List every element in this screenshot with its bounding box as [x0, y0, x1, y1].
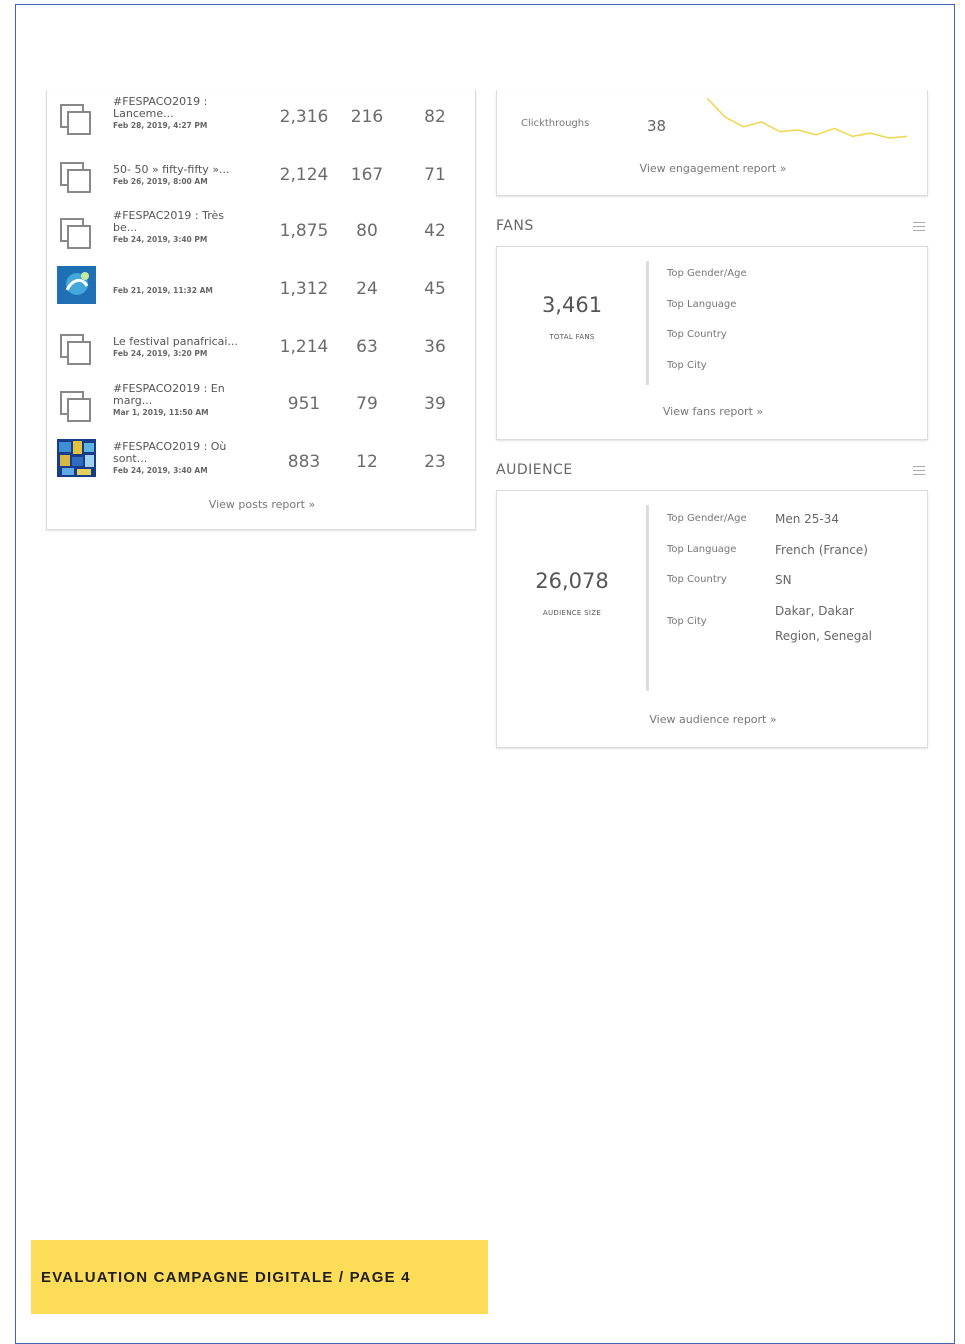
clickthroughs-value: 38 [647, 117, 667, 135]
post-metric-3: 23 [424, 452, 446, 472]
engagement-card: Clickthroughs 38 View engagement report … [496, 90, 928, 196]
post-metric-3: 39 [424, 394, 446, 414]
photo-thumbnail-blue [57, 266, 96, 304]
table-row[interactable]: #FESPAC2019 : Très be... Feb 24, 2019, 3… [47, 210, 477, 260]
post-metric-2: 63 [356, 337, 378, 357]
fans-card: 3,461 TOTAL FANS Top Gender/Age Top Lang… [496, 246, 928, 440]
divider [646, 261, 649, 385]
top-city-label: Top City [667, 360, 707, 371]
multi-image-icon [60, 218, 91, 249]
total-fans-label: TOTAL FANS [549, 333, 595, 341]
post-date: Mar 1, 2019, 11:50 AM [113, 408, 209, 417]
post-metric-1: 2,124 [279, 165, 329, 185]
top-language-label: Top Language [667, 544, 737, 555]
top-gender-age-value: Men 25-34 [775, 512, 840, 526]
post-metric-2: 80 [356, 221, 378, 241]
post-metric-3: 71 [424, 165, 446, 185]
post-date: Feb 28, 2019, 4:27 PM [113, 121, 208, 130]
top-gender-age-label: Top Gender/Age [667, 513, 747, 524]
post-metric-1: 1,875 [279, 221, 329, 241]
view-fans-report-link[interactable]: View fans report » [497, 405, 929, 418]
post-metric-2: 12 [356, 452, 378, 472]
top-gender-age-label: Top Gender/Age [667, 268, 747, 279]
audience-size-label: AUDIENCE SIZE [542, 609, 602, 617]
fans-menu-icon[interactable] [913, 222, 925, 232]
post-title: #FESPAC2019 : Très be... [113, 209, 224, 234]
post-metric-1: 1,214 [279, 337, 329, 357]
divider [646, 505, 649, 691]
post-metric-2: 24 [356, 279, 378, 299]
post-metric-1: 2,316 [279, 107, 329, 127]
post-date: Feb 21, 2019, 11:32 AM [113, 286, 213, 295]
table-row[interactable]: #FESPACO2019 : Où sont... Feb 24, 2019, … [47, 439, 477, 491]
post-title: #FESPACO2019 : Lanceme... [113, 95, 208, 120]
view-audience-report-link[interactable]: View audience report » [497, 713, 929, 726]
post-metric-1: 883 [287, 452, 321, 472]
top-city-value: Dakar, Dakar Region, Senegal [775, 604, 873, 643]
table-row[interactable]: #FESPACO2019 : Lanceme... Feb 28, 2019, … [47, 96, 477, 146]
post-date: Feb 26, 2019, 8:00 AM [113, 177, 208, 186]
table-row[interactable]: Le festival panafricai... Feb 24, 2019, … [47, 326, 477, 376]
post-title: 50- 50 » fifty-fifty »... [113, 163, 230, 176]
footer-banner: EVALUATION CAMPAGNE DIGITALE / PAGE 4 [31, 1240, 488, 1314]
table-row[interactable]: #FESPACO2019 : En marg... Mar 1, 2019, 1… [47, 383, 477, 433]
multi-image-icon [60, 391, 91, 422]
post-date: Feb 24, 2019, 3:20 PM [113, 349, 208, 358]
audience-card: 26,078 AUDIENCE SIZE Top Gender/Age Men … [496, 490, 928, 748]
table-row[interactable]: 50- 50 » fifty-fifty »... Feb 26, 2019, … [47, 154, 477, 204]
top-country-value: SN [775, 573, 792, 587]
post-metric-3: 36 [424, 337, 446, 357]
view-engagement-report-link[interactable]: View engagement report » [497, 162, 929, 175]
post-metric-1: 1,312 [279, 279, 329, 299]
multi-image-icon [60, 104, 91, 135]
clickthroughs-label: Clickthroughs [521, 118, 590, 129]
audience-size-value: 26,078 [535, 569, 609, 593]
post-date: Feb 24, 2019, 3:40 PM [113, 235, 208, 244]
multi-image-icon [60, 162, 91, 193]
top-language-label: Top Language [667, 299, 737, 310]
table-row[interactable]: Feb 21, 2019, 11:32 AM 1,312 24 45 [47, 266, 477, 318]
top-country-label: Top Country [667, 329, 727, 340]
post-metric-2: 216 [350, 107, 384, 127]
view-posts-report-link[interactable]: View posts report » [47, 498, 477, 511]
post-title: #FESPACO2019 : En marg... [113, 382, 225, 407]
multi-image-icon [60, 334, 91, 365]
post-metric-1: 951 [287, 394, 321, 414]
top-country-label: Top Country [667, 574, 727, 585]
posts-table-card: #FESPACO2019 : Lanceme... Feb 28, 2019, … [46, 90, 476, 530]
post-metric-2: 167 [350, 165, 384, 185]
post-title: #FESPACO2019 : Où sont... [113, 440, 227, 465]
audience-menu-icon[interactable] [913, 466, 925, 476]
post-metric-3: 45 [424, 279, 446, 299]
fans-section-title: FANS [496, 218, 534, 234]
post-metric-3: 82 [424, 107, 446, 127]
post-date: Feb 24, 2019, 3:40 AM [113, 466, 208, 475]
photo-thumbnail-mosaic [57, 439, 96, 477]
audience-section-title: AUDIENCE [496, 462, 573, 478]
post-title: Le festival panafricai... [113, 335, 238, 348]
total-fans-value: 3,461 [541, 293, 603, 317]
sparkline-series [707, 97, 907, 139]
post-metric-2: 79 [356, 394, 378, 414]
footer-page-label: EVALUATION CAMPAGNE DIGITALE / PAGE 4 [41, 1269, 411, 1286]
top-city-label: Top City [667, 616, 707, 627]
top-language-value: French (France) [775, 543, 868, 557]
clickthroughs-sparkline [707, 97, 907, 139]
post-metric-3: 42 [424, 221, 446, 241]
